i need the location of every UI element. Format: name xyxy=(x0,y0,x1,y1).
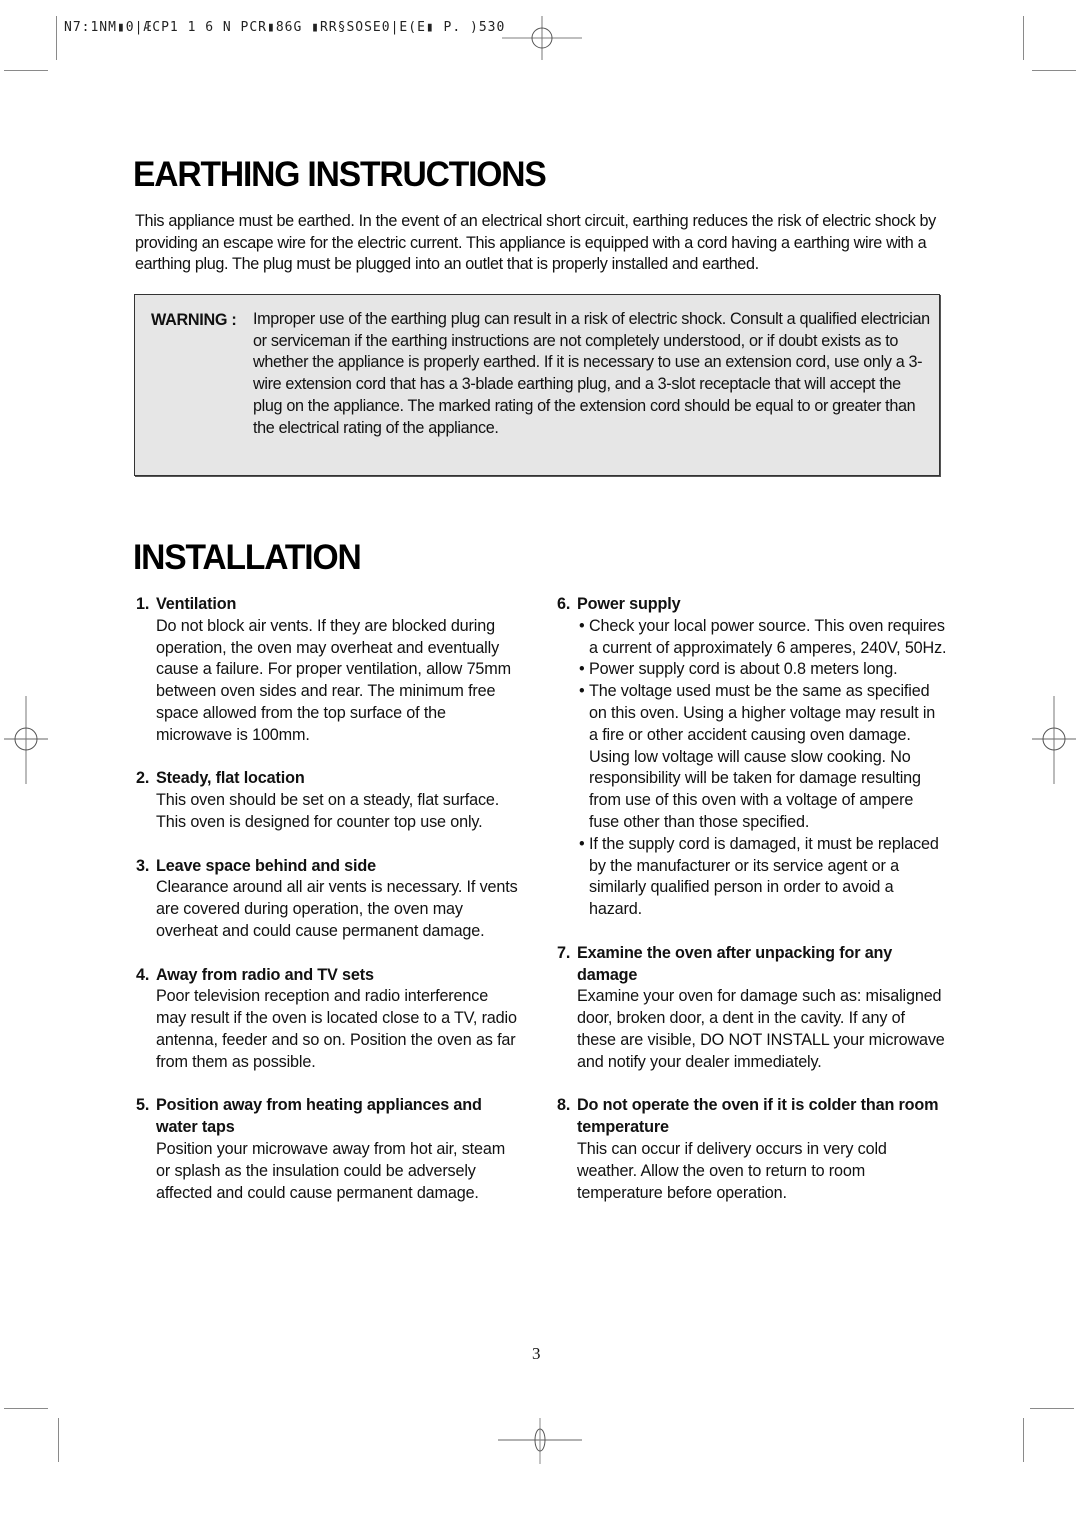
registration-mark-icon xyxy=(494,1418,590,1466)
earthing-title: EARTHING INSTRUCTIONS xyxy=(133,155,547,194)
crop-mark xyxy=(4,1408,48,1409)
crop-mark xyxy=(1032,70,1076,71)
installation-item-steady-location: 2. Steady, flat location This oven shoul… xyxy=(136,768,521,833)
item-number: 7. xyxy=(557,943,571,962)
crop-mark xyxy=(1023,1418,1024,1462)
installation-title: INSTALLATION xyxy=(133,538,362,577)
item-number: 3. xyxy=(136,856,150,875)
warning-label: WARNING : xyxy=(151,311,237,329)
installation-column-left: 1. Ventilation Do not block air vents. I… xyxy=(136,594,521,1226)
bullet-text: If the supply cord is damaged, it must b… xyxy=(589,834,939,919)
item-heading: Position away from heating appliances an… xyxy=(156,1096,482,1137)
installation-item-ventilation: 1. Ventilation Do not block air vents. I… xyxy=(136,594,521,747)
warning-text: Improper use of the earthing plug can re… xyxy=(253,310,930,437)
bullet-item: • Check your local power source. This ove… xyxy=(577,616,947,660)
print-job-code: N7:1NM▮0|ÆCP1 1 6 N PCR▮86G ▮RR§SOSE0|E(… xyxy=(64,20,506,35)
item-text: Clearance around all air vents is necess… xyxy=(156,878,518,940)
earthing-intro: This appliance must be earthed. In the e… xyxy=(135,212,936,274)
bullet-text: Power supply cord is about 0.8 meters lo… xyxy=(589,660,898,679)
bullet-text: Check your local power source. This oven… xyxy=(589,616,947,657)
warning-box: WARNING : Improper use of the earthing p… xyxy=(134,294,940,476)
item-number: 1. xyxy=(136,595,150,613)
item-text: Examine your oven for damage such as: mi… xyxy=(577,987,945,1071)
item-text: Poor television reception and radio inte… xyxy=(156,987,517,1071)
installation-column-right: 6. Power supply • Check your local power … xyxy=(557,594,947,1226)
item-number: 6. xyxy=(557,595,571,613)
installation-item-cold-oven: 8. Do not operate the oven if it is cold… xyxy=(557,1095,947,1204)
bullet-item: • Power supply cord is about 0.8 meters l… xyxy=(577,659,947,681)
power-supply-bullets: • Check your local power source. This ove… xyxy=(577,616,947,921)
item-heading: Ventilation xyxy=(156,595,237,613)
bullet-icon: • xyxy=(579,616,585,635)
item-text: Do not block air vents. If they are bloc… xyxy=(156,616,511,744)
item-number: 4. xyxy=(136,965,150,984)
crop-mark xyxy=(1030,1408,1074,1409)
item-heading: Leave space behind and side xyxy=(156,856,376,875)
crop-mark xyxy=(4,70,48,71)
crop-mark xyxy=(58,1418,59,1462)
item-number: 2. xyxy=(136,769,150,788)
installation-item-power-supply: 6. Power supply • Check your local power … xyxy=(557,594,947,921)
crop-mark xyxy=(56,16,57,60)
bullet-text: The voltage used must be the same as spe… xyxy=(589,682,936,831)
registration-mark-icon xyxy=(2,694,50,786)
registration-mark-icon xyxy=(1030,694,1078,786)
item-heading: Do not operate the oven if it is colder … xyxy=(577,1096,939,1137)
installation-item-examine-oven: 7. Examine the oven after unpacking for … xyxy=(557,943,947,1074)
item-heading: Examine the oven after unpacking for any… xyxy=(577,943,893,984)
installation-item-radio-tv: 4. Away from radio and TV sets Poor tele… xyxy=(136,965,521,1074)
item-heading: Away from radio and TV sets xyxy=(156,965,374,984)
item-heading: Power supply xyxy=(577,595,681,613)
item-text: This can occur if delivery occurs in ver… xyxy=(577,1139,887,1202)
bullet-icon: • xyxy=(579,834,585,853)
item-number: 5. xyxy=(136,1096,150,1115)
item-number: 8. xyxy=(557,1096,571,1115)
bullet-icon: • xyxy=(579,660,585,679)
crop-mark xyxy=(1023,16,1024,60)
page-number: 3 xyxy=(532,1344,541,1363)
bullet-icon: • xyxy=(579,682,585,701)
item-heading: Steady, flat location xyxy=(156,769,305,788)
registration-mark-icon xyxy=(494,14,590,62)
bullet-item: • The voltage used must be the same as sp… xyxy=(577,681,947,834)
installation-item-leave-space: 3. Leave space behind and side Clearance… xyxy=(136,856,521,943)
item-text: This oven should be set on a steady, fla… xyxy=(156,791,500,810)
bullet-item: • If the supply cord is damaged, it must … xyxy=(577,834,947,921)
item-text: Position your microwave away from hot ai… xyxy=(156,1139,506,1202)
installation-item-heating-appliances: 5. Position away from heating appliances… xyxy=(136,1095,521,1204)
item-text: This oven is designed for counter top us… xyxy=(156,812,483,831)
